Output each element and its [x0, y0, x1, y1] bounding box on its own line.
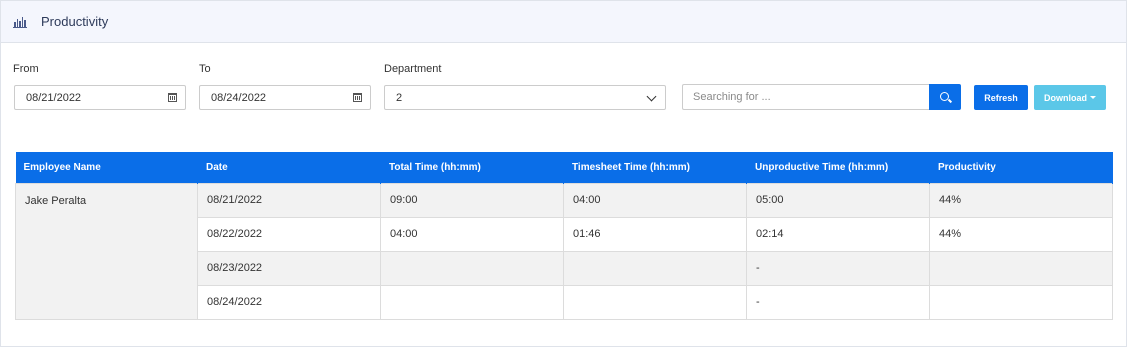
from-date-field[interactable]: 08/21/2022	[14, 85, 186, 110]
unproductive-time-cell: 02:14	[746, 216, 930, 252]
column-header-timesheet-time[interactable]: Timesheet Time (hh:mm)	[563, 152, 747, 183]
column-header-employee-name[interactable]: Employee Name	[15, 152, 198, 183]
from-date-value: 08/21/2022	[26, 91, 82, 104]
productivity-card: Productivity From 08/21/2022 To 08/24/20…	[0, 0, 1127, 347]
download-button[interactable]: Download	[1034, 85, 1106, 110]
to-label: To	[199, 63, 211, 75]
table-row: Jake Peralta 08/21/2022 09:00 04:00 05:0…	[15, 182, 1113, 320]
timesheet-time-cell	[563, 250, 747, 286]
refresh-button-label: Refresh	[984, 92, 1018, 103]
calendar-icon[interactable]	[353, 93, 362, 102]
search-icon	[939, 91, 949, 101]
download-button-label: Download	[1044, 92, 1087, 103]
total-time-cell: 09:00	[380, 182, 564, 218]
productivity-cell: 44%	[929, 182, 1113, 218]
from-label: From	[13, 63, 39, 75]
productivity-table: Employee Name Date Total Time (hh:mm) Ti…	[15, 152, 1113, 320]
total-time-cell	[380, 250, 564, 286]
search-button[interactable]	[929, 84, 961, 110]
timesheet-time-cell: 04:00	[563, 182, 747, 218]
timesheet-time-cell: 01:46	[563, 216, 747, 252]
unproductive-time-cell: -	[746, 284, 930, 320]
page-title: Productivity	[41, 14, 109, 29]
search-group: Searching for ...	[682, 84, 961, 110]
date-cell: 08/21/2022	[197, 182, 381, 218]
productivity-cell: 44%	[929, 216, 1113, 252]
column-header-total-time[interactable]: Total Time (hh:mm)	[380, 152, 564, 183]
date-cell: 08/23/2022	[197, 250, 381, 286]
to-date-field[interactable]: 08/24/2022	[199, 85, 371, 110]
productivity-cell	[929, 250, 1113, 286]
card-header: Productivity	[1, 1, 1126, 43]
table-header-row: Employee Name Date Total Time (hh:mm) Ti…	[15, 152, 1113, 183]
column-header-date[interactable]: Date	[197, 152, 381, 183]
total-time-cell: 04:00	[380, 216, 564, 252]
bar-chart-icon	[13, 16, 27, 28]
calendar-icon[interactable]	[168, 93, 177, 102]
department-value: 2	[396, 91, 403, 104]
total-time-cell	[380, 284, 564, 320]
employee-name-cell: Jake Peralta	[15, 182, 198, 320]
date-cell: 08/22/2022	[197, 216, 381, 252]
date-cell: 08/24/2022	[197, 284, 381, 320]
refresh-button[interactable]: Refresh	[974, 85, 1028, 110]
unproductive-time-cell: -	[746, 250, 930, 286]
productivity-cell	[929, 284, 1113, 320]
column-header-unproductive-time[interactable]: Unproductive Time (hh:mm)	[746, 152, 930, 183]
chevron-down-icon	[646, 91, 657, 102]
department-select[interactable]: 2	[384, 85, 666, 110]
department-label: Department	[384, 63, 442, 75]
timesheet-time-cell	[563, 284, 747, 320]
to-date-value: 08/24/2022	[211, 91, 267, 104]
search-input[interactable]: Searching for ...	[682, 84, 929, 110]
unproductive-time-cell: 05:00	[746, 182, 930, 218]
caret-down-icon	[1090, 96, 1096, 99]
column-header-productivity[interactable]: Productivity	[929, 152, 1113, 183]
